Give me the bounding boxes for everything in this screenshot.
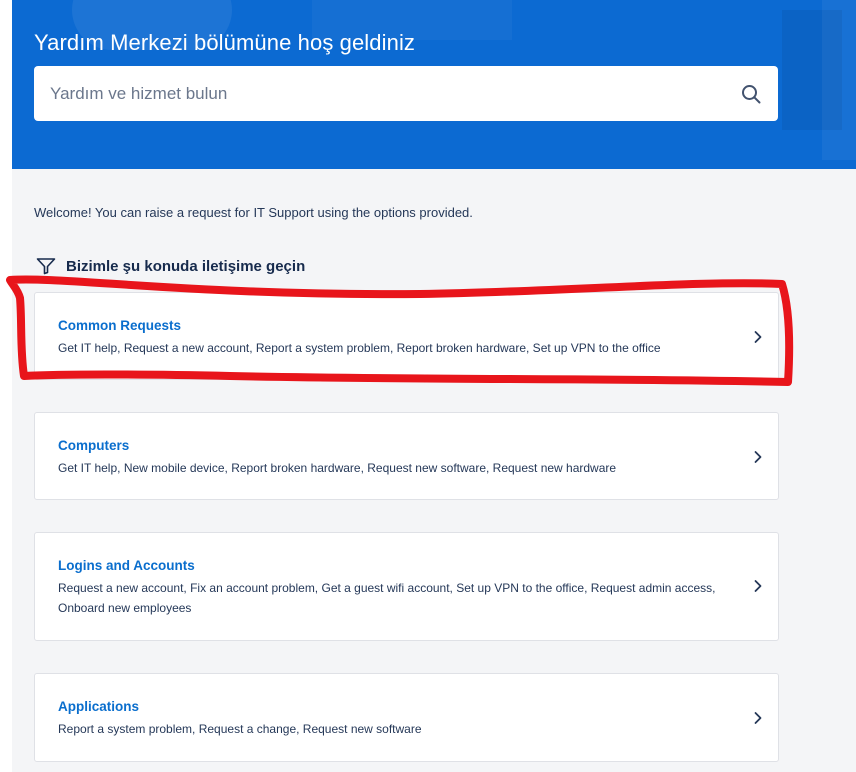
chevron-right-icon [754, 712, 762, 724]
search-icon[interactable] [740, 83, 762, 105]
section-title: Bizimle şu konuda iletişime geçin [66, 257, 306, 275]
chevron-right-icon [754, 451, 762, 463]
page-title: Yardım Merkezi bölümüne hoş geldiniz [34, 30, 416, 55]
card-title[interactable]: Applications [58, 699, 139, 714]
chevron-right-icon [754, 580, 762, 592]
card-title[interactable]: Logins and Accounts [58, 558, 195, 573]
card-description: Request a new account, Fix an account pr… [58, 581, 716, 615]
search-box[interactable] [34, 66, 778, 121]
hero-decoration [822, 0, 856, 160]
chevron-right-icon [754, 331, 762, 343]
welcome-message: Welcome! You can raise a request for IT … [34, 205, 473, 220]
card-title[interactable]: Computers [58, 438, 129, 453]
filter-icon [36, 258, 56, 275]
card-title[interactable]: Common Requests [58, 318, 181, 333]
search-input[interactable] [50, 66, 730, 121]
request-type-card-logins-and-accounts[interactable]: Logins and Accounts Request a new accoun… [34, 532, 779, 641]
card-description: Get IT help, New mobile device, Report b… [58, 461, 617, 475]
request-type-card-computers[interactable]: Computers Get IT help, New mobile device… [34, 412, 779, 500]
request-type-card-common-requests[interactable]: Common Requests Get IT help, Request a n… [34, 292, 779, 380]
hero-banner: Yardım Merkezi bölümüne hoş geldiniz [12, 0, 856, 169]
request-type-card-applications[interactable]: Applications Report a system problem, Re… [34, 673, 779, 762]
card-description: Get IT help, Request a new account, Repo… [58, 341, 661, 355]
card-description: Report a system problem, Request a chang… [58, 722, 422, 736]
section-header: Bizimle şu konuda iletişime geçin [36, 256, 305, 276]
